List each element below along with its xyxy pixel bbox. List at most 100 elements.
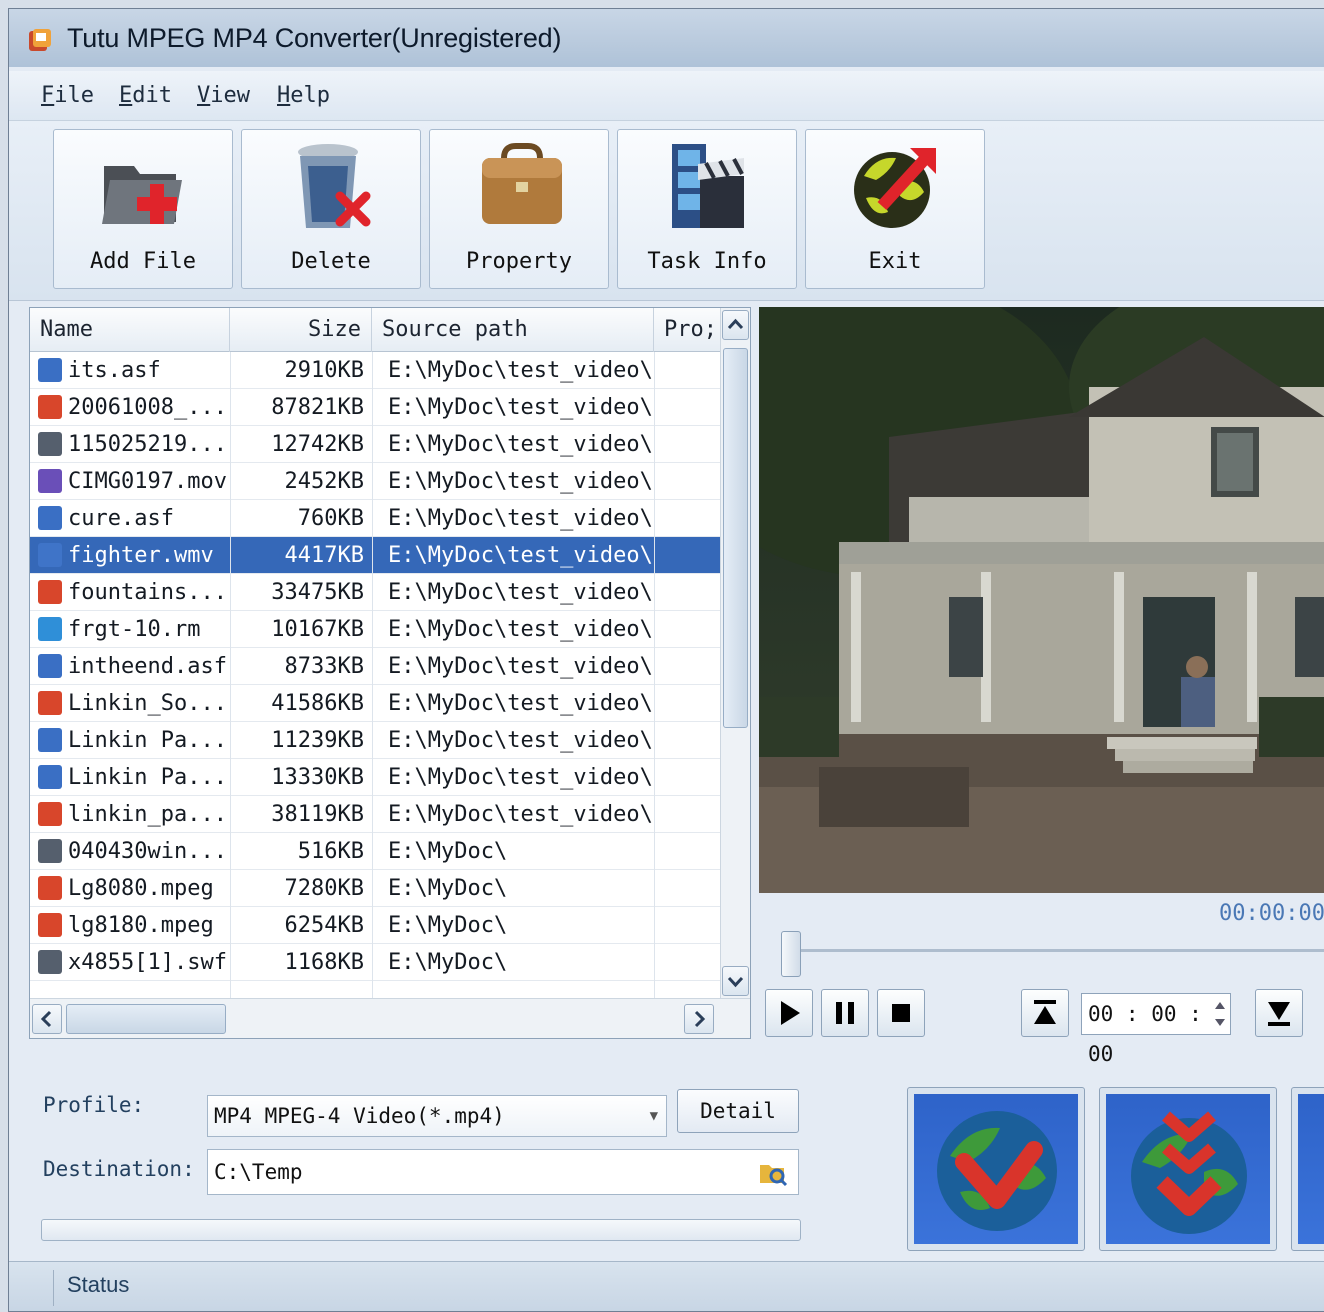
file-name: Linkin_So... bbox=[68, 691, 227, 716]
time-input[interactable]: 00 : 00 : 00 bbox=[1081, 993, 1231, 1066]
scroll-down-button[interactable] bbox=[722, 966, 749, 996]
file-name-cell: cure.asf bbox=[38, 500, 242, 537]
spinner-arrows-icon[interactable] bbox=[1212, 996, 1228, 1032]
play-button[interactable] bbox=[765, 989, 813, 1037]
table-row[interactable]: 115025219... 12742KB E:\MyDoc\test_video\ bbox=[30, 426, 720, 463]
column-header-size[interactable]: Size bbox=[230, 308, 372, 352]
menu-edit[interactable]: Edit bbox=[119, 83, 172, 108]
profile-select[interactable]: MP4 MPEG-4 Video(*.mp4) ▼ bbox=[207, 1095, 667, 1137]
table-row[interactable]: Linkin Pa... 11239KB E:\MyDoc\test_video\ bbox=[30, 722, 720, 759]
file-name-cell: Lg8080.mpeg bbox=[38, 870, 242, 907]
source-path-cell: E:\MyDoc\ bbox=[388, 876, 508, 901]
file-size-cell: 38119KB bbox=[271, 802, 364, 827]
menu-help[interactable]: Help bbox=[277, 83, 330, 108]
exit-button[interactable]: Exit bbox=[805, 129, 985, 289]
set-start-button[interactable] bbox=[1021, 989, 1069, 1037]
vertical-scroll-thumb[interactable] bbox=[723, 348, 748, 728]
file-name: Linkin Pa... bbox=[68, 765, 227, 790]
source-path-cell: E:\MyDoc\test_video\ bbox=[388, 469, 653, 494]
horizontal-scroll-thumb[interactable] bbox=[66, 1004, 226, 1034]
file-name: cure.asf bbox=[68, 506, 174, 531]
table-row[interactable]: intheend.asf 8733KB E:\MyDoc\test_video\ bbox=[30, 648, 720, 685]
table-row[interactable]: 040430win... 516KB E:\MyDoc\ bbox=[30, 833, 720, 870]
column-header-source[interactable]: Source path bbox=[372, 308, 654, 352]
swf-file-icon bbox=[38, 432, 62, 456]
destination-field[interactable]: C:\Temp bbox=[207, 1149, 799, 1195]
table-row[interactable]: lg8180.mpeg 6254KB E:\MyDoc\ bbox=[30, 907, 720, 944]
table-row[interactable]: Linkin Pa... 13330KB E:\MyDoc\test_video\ bbox=[30, 759, 720, 796]
add-file-button[interactable]: Add File bbox=[53, 129, 233, 289]
menu-view[interactable]: View bbox=[197, 83, 250, 108]
file-name-cell: lg8180.mpeg bbox=[38, 907, 242, 944]
chevron-up-icon bbox=[727, 318, 744, 330]
play-icon bbox=[781, 1001, 800, 1025]
title-bar: Tutu MPEG MP4 Converter(Unregistered) bbox=[9, 9, 1324, 67]
source-path-cell: E:\MyDoc\test_video\ bbox=[388, 358, 653, 383]
table-row[interactable]: x4855[1].swf 1168KB E:\MyDoc\ bbox=[30, 944, 720, 981]
file-size-cell: 7280KB bbox=[284, 876, 364, 901]
column-divider bbox=[654, 352, 655, 998]
file-list-header: Name Size Source path Pro; bbox=[30, 308, 720, 352]
property-label: Property bbox=[466, 249, 572, 274]
table-row[interactable]: its.asf 2910KB E:\MyDoc\test_video\ bbox=[30, 352, 720, 389]
asf-file-icon bbox=[38, 728, 62, 752]
status-bar: Status bbox=[9, 1261, 1324, 1311]
convert-button[interactable] bbox=[907, 1087, 1085, 1251]
browse-folder-icon[interactable] bbox=[758, 1157, 788, 1187]
table-row[interactable]: Lg8080.mpeg 7280KB E:\MyDoc\ bbox=[30, 870, 720, 907]
profile-value: MP4 MPEG-4 Video(*.mp4) bbox=[214, 1104, 505, 1128]
profile-label: Profile: bbox=[43, 1093, 145, 1117]
table-row[interactable]: linkin_pa... 38119KB E:\MyDoc\test_video\ bbox=[30, 796, 720, 833]
scroll-right-button[interactable] bbox=[684, 1004, 714, 1034]
source-path-cell: E:\MyDoc\test_video\ bbox=[388, 580, 653, 605]
file-name: 20061008_... bbox=[68, 395, 227, 420]
briefcase-icon bbox=[482, 143, 562, 224]
extra-action-button[interactable] bbox=[1291, 1087, 1324, 1251]
file-size-cell: 12742KB bbox=[271, 432, 364, 457]
scroll-up-button[interactable] bbox=[722, 310, 749, 340]
vertical-scrollbar[interactable] bbox=[720, 308, 750, 1000]
menu-file[interactable]: File bbox=[41, 83, 94, 108]
file-name-cell: Linkin_So... bbox=[38, 685, 242, 722]
horizontal-scrollbar[interactable] bbox=[30, 998, 750, 1038]
task-info-button[interactable]: Task Info bbox=[617, 129, 797, 289]
table-row[interactable]: cure.asf 760KB E:\MyDoc\test_video\ bbox=[30, 500, 720, 537]
scroll-left-button[interactable] bbox=[32, 1004, 62, 1034]
file-name: fighter.wmv bbox=[68, 543, 214, 568]
set-end-button[interactable] bbox=[1255, 989, 1303, 1037]
chevron-right-icon bbox=[694, 1010, 706, 1028]
window-title: Tutu MPEG MP4 Converter(Unregistered) bbox=[67, 23, 562, 53]
pause-button[interactable] bbox=[821, 989, 869, 1037]
batch-convert-button[interactable] bbox=[1099, 1087, 1277, 1251]
exit-globe-icon bbox=[854, 148, 936, 228]
seek-slider-track[interactable] bbox=[789, 949, 1324, 952]
time-input-value: 00 : 00 : 00 bbox=[1088, 1002, 1202, 1066]
file-name: frgt-10.rm bbox=[68, 617, 201, 642]
property-button[interactable]: Property bbox=[429, 129, 609, 289]
table-row[interactable]: frgt-10.rm 10167KB E:\MyDoc\test_video\ bbox=[30, 611, 720, 648]
app-window: Tutu MPEG MP4 Converter(Unregistered) Fi… bbox=[8, 8, 1324, 1312]
detail-button[interactable]: Detail bbox=[677, 1089, 799, 1133]
seek-slider-thumb[interactable] bbox=[781, 931, 801, 977]
delete-button[interactable]: Delete bbox=[241, 129, 421, 289]
playback-timestamp: 00:00:00 bbox=[1219, 901, 1324, 926]
table-row[interactable]: 20061008_... 87821KB E:\MyDoc\test_video\ bbox=[30, 389, 720, 426]
add-file-label: Add File bbox=[90, 249, 196, 274]
file-name: fountains... bbox=[68, 580, 227, 605]
file-name: 115025219... bbox=[68, 432, 227, 457]
file-size-cell: 516KB bbox=[297, 839, 364, 864]
toolbar: Add File Delete Property Task Info Exit bbox=[9, 121, 1324, 301]
file-name-cell: Linkin Pa... bbox=[38, 722, 242, 759]
table-row[interactable]: fighter.wmv 4417KB E:\MyDoc\test_video\ bbox=[30, 537, 720, 574]
column-header-progress[interactable]: Pro; bbox=[654, 308, 720, 352]
table-row[interactable]: Linkin_So... 41586KB E:\MyDoc\test_video\ bbox=[30, 685, 720, 722]
file-name: Lg8080.mpeg bbox=[68, 876, 214, 901]
column-header-name[interactable]: Name bbox=[30, 308, 230, 352]
wmv-file-icon bbox=[38, 543, 62, 567]
table-row[interactable]: CIMG0197.mov 2452KB E:\MyDoc\test_video\ bbox=[30, 463, 720, 500]
file-list: Name Size Source path Pro; its.asf 2910KB… bbox=[29, 307, 751, 1039]
task-info-label: Task Info bbox=[647, 249, 767, 274]
stop-button[interactable] bbox=[877, 989, 925, 1037]
table-row[interactable]: fountains... 33475KB E:\MyDoc\test_video\ bbox=[30, 574, 720, 611]
mov-file-icon bbox=[38, 469, 62, 493]
